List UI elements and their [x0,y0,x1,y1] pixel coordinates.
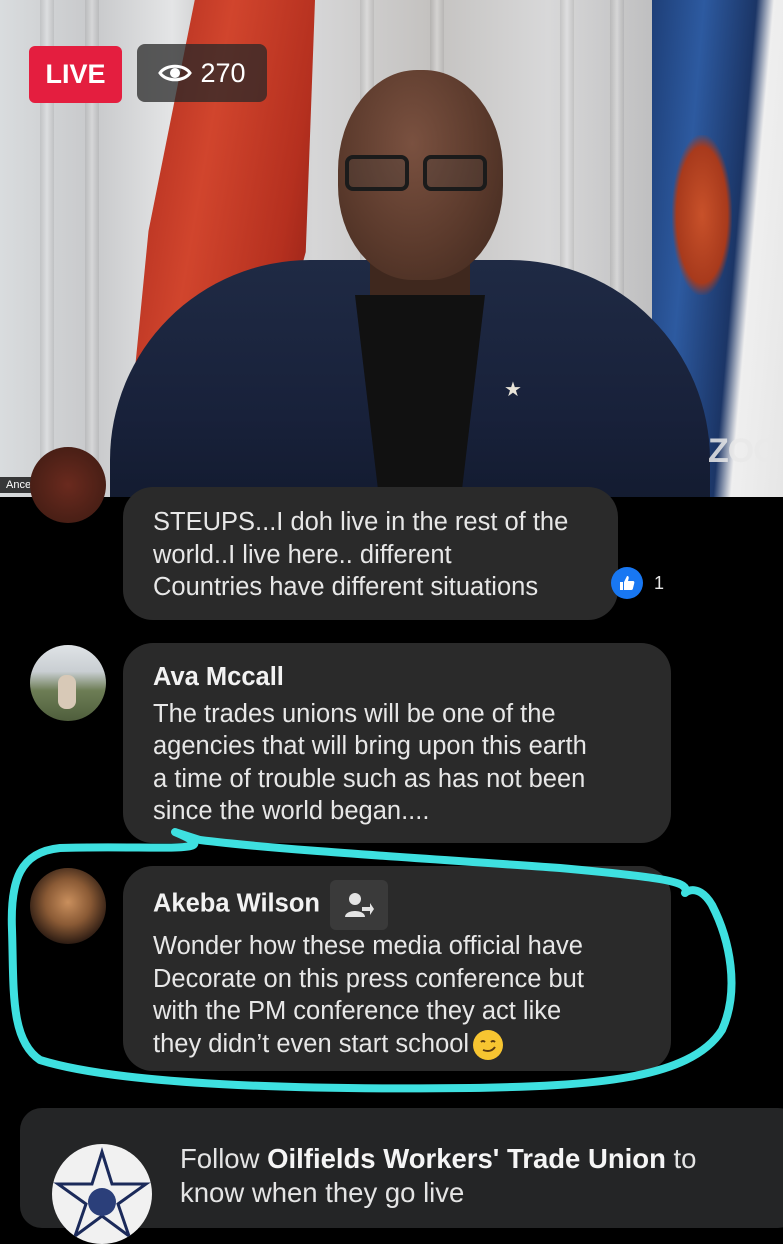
comment-text-line: agencies that will bring upon this earth [153,732,587,760]
comment-bubble[interactable]: STEUPS...I doh live in the rest of the w… [123,487,618,620]
comment-text-line-last: they didn’t even start school [153,1028,671,1061]
follow-prefix: Follow [180,1143,268,1174]
presenter-glasses [345,155,495,193]
live-video-player[interactable]: ★ ZOO Ancel Roget LIVE 270 [0,0,783,497]
lapel-pin-icon: ★ [504,379,522,401]
comment-bubble[interactable]: Akeba Wilson Wonder how these media offi… [123,866,671,1071]
live-badge-label: LIVE [45,59,106,89]
comment-text-line: with the PM conference they act like [153,997,562,1025]
viewer-count-value: 270 [200,57,246,88]
comment-text-line: STEUPS...I doh live in the rest of the [153,508,569,536]
avatar[interactable] [30,868,106,944]
viewer-count: 270 [137,44,267,102]
page-logo[interactable] [52,1144,152,1244]
presenter: ★ [110,70,710,497]
new-member-icon [329,880,388,930]
follow-suffix: to [665,1143,697,1174]
comment-author[interactable]: Akeba Wilson [153,890,320,918]
comment-text-line: a time of trouble such as has not been [153,764,586,793]
comment-text-line: The trades unions will be one of the [153,699,556,728]
like-icon[interactable] [611,567,643,599]
avatar[interactable] [30,447,106,523]
like-count: 1 [654,573,665,593]
comment-author[interactable]: Ava Mccall [153,661,671,694]
comment-text-line: since the world began.... [153,797,430,825]
follow-page-card[interactable]: Follow Oilfields Workers' Trade Union to… [20,1108,783,1244]
comment-text-line: they didn’t even start school [153,1029,470,1058]
follow-page-name[interactable]: Oilfields Workers' Trade Union [267,1143,666,1174]
comment-text-line: Wonder how these media official have [153,932,583,960]
smirk-emoji [473,1029,504,1060]
eye-icon [158,64,193,82]
live-badge: LIVE [29,46,122,103]
comment-text-line: Decorate on this press conference but [153,964,584,993]
avatar[interactable] [30,645,106,721]
comment-text-line: Countries have different situations [153,573,539,601]
comment-text-line: world..I live here.. different [153,540,452,569]
follow-line2: know when they go live [180,1177,465,1208]
comment-author-row: Akeba Wilson [153,880,671,930]
comment-bubble[interactable]: Ava Mccall The trades unions will be one… [123,643,671,843]
zoom-watermark: ZOO [708,432,780,470]
